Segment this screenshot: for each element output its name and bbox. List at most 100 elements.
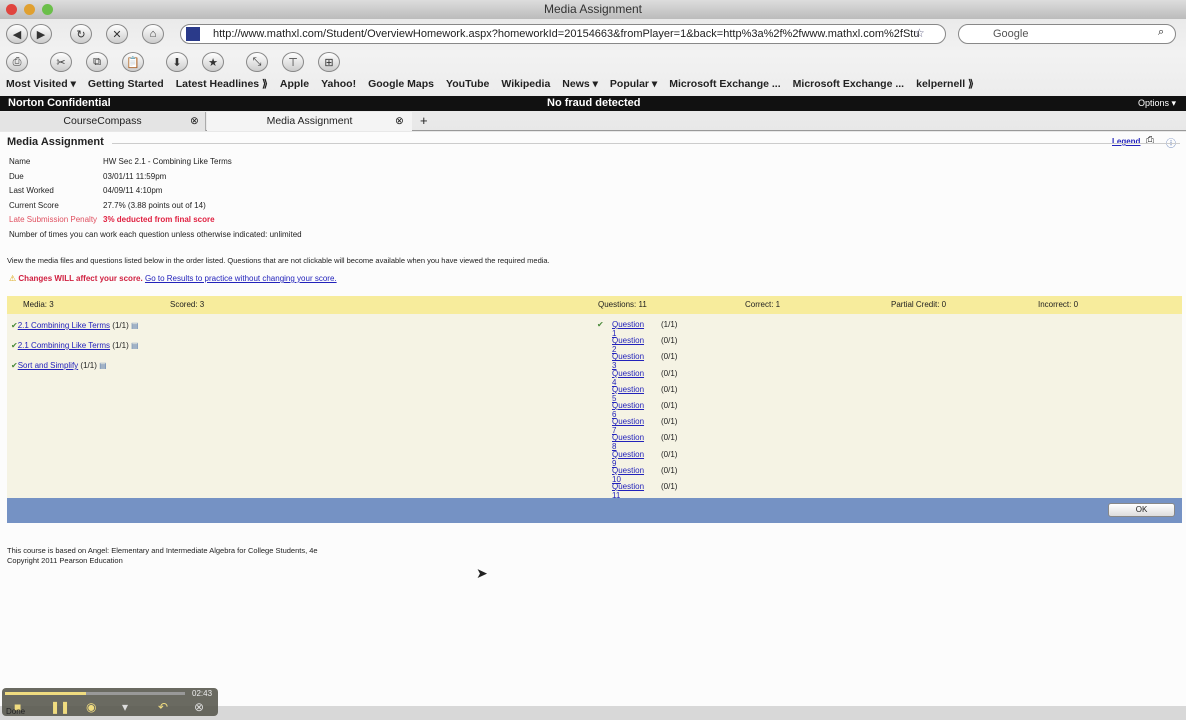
divider (112, 143, 1180, 144)
norton-status: No fraud detected (547, 97, 641, 109)
bookmark-item[interactable]: Wikipedia (501, 78, 550, 90)
detail-value: 3% deducted from final score (103, 215, 215, 224)
norton-title: Norton Confidential (8, 97, 111, 109)
question-score: (0/1) (661, 465, 678, 475)
partial-count: Partial Credit: 0 (891, 300, 947, 309)
tab-label: CourseCompass (63, 115, 142, 127)
copy-button[interactable]: ⧉ (86, 52, 108, 72)
close-tab-icon[interactable]: ⊗ (190, 112, 199, 131)
tab-coursecompass[interactable]: CourseCompass ⊗ (0, 112, 206, 131)
bookmark-item[interactable]: Most Visited ▾ (6, 78, 76, 90)
bookmark-item[interactable]: Microsoft Exchange ... (793, 78, 904, 90)
minimize-window-button[interactable] (24, 4, 35, 15)
question-score: (0/1) (661, 352, 678, 362)
detail-value: 27.7% (3.88 points out of 14) (103, 201, 206, 210)
media-item: ✔Sort and Simplify (1/1) ▤ (11, 361, 107, 370)
question-score: (0/1) (661, 433, 678, 443)
question-score: (0/1) (661, 384, 678, 394)
media-score: (1/1) (112, 341, 129, 350)
paste-button[interactable]: 📋 (122, 52, 144, 72)
forward-button[interactable]: ▶ (30, 24, 52, 44)
question-score: (1/1) (661, 320, 678, 329)
stop-button[interactable]: ✕ (106, 24, 128, 44)
detail-label: Current Score (9, 201, 59, 210)
bookmark-item[interactable]: Latest Headlines ⟫ (176, 78, 268, 90)
incorrect-count: Incorrect: 0 (1038, 300, 1079, 309)
question-score: (0/1) (661, 401, 678, 410)
tab-label: Media Assignment (266, 115, 353, 127)
zoom-window-button[interactable] (42, 4, 53, 15)
footer-course: This course is based on Angel: Elementar… (7, 546, 318, 555)
media-link[interactable]: 2.1 Combining Like Terms (18, 321, 110, 330)
bookmark-item[interactable]: Popular ▾ (610, 78, 657, 90)
bookmark-item[interactable]: Apple (280, 78, 309, 90)
home-button[interactable]: ⌂ (142, 24, 164, 44)
download-button[interactable]: ⬇ (166, 52, 188, 72)
undo-icon[interactable]: ↶ (158, 700, 168, 714)
reload-button[interactable]: ↻ (70, 24, 92, 44)
bookmark-item[interactable]: Google Maps (368, 78, 434, 90)
bookmark-item[interactable]: YouTube (446, 78, 489, 90)
camera-icon[interactable]: ◉ (86, 700, 96, 714)
media-type-icon: ▤ (130, 321, 139, 330)
question-score: (0/1) (661, 449, 678, 459)
warning-text: Changes WILL affect your score. (18, 274, 143, 283)
print-button[interactable]: ⎙ (6, 52, 28, 72)
add-tab-icon[interactable]: + (420, 113, 428, 128)
check-icon: ✔ (11, 361, 18, 370)
done-label: Done (6, 707, 26, 716)
fullscreen-button[interactable]: ⤡ (246, 52, 268, 72)
correct-count: Correct: 1 (745, 300, 781, 309)
page-title: Media Assignment (7, 136, 104, 148)
new-tab-button[interactable]: ⊞ (318, 52, 340, 72)
cancel-icon[interactable]: ⊗ (194, 700, 204, 714)
media-item: ✔2.1 Combining Like Terms (1/1) ▤ (11, 321, 139, 330)
check-icon: ✔ (597, 320, 604, 329)
search-input[interactable]: Google (958, 24, 1176, 44)
mic-icon[interactable]: ▾ (122, 700, 128, 714)
close-tab-icon[interactable]: ⊗ (395, 112, 404, 131)
bookmark-item[interactable]: Yahoo! (321, 78, 356, 90)
bookmark-star-icon[interactable]: ☆ (914, 26, 925, 40)
detail-label: Last Worked (9, 186, 54, 195)
ok-button[interactable]: OK (1108, 503, 1175, 517)
check-icon: ✔ (11, 341, 18, 350)
detail-value: 03/01/11 11:59pm (103, 172, 167, 181)
detail-value: HW Sec 2.1 - Combining Like Terms (103, 157, 232, 166)
search-icon[interactable]: ⌕ (1158, 26, 1164, 39)
bookmark-item[interactable]: Microsoft Exchange ... (669, 78, 780, 90)
toolbar-button[interactable]: ⊤ (282, 52, 304, 72)
bookmark-item[interactable]: Getting Started (88, 78, 164, 90)
cut-button[interactable]: ✂ (50, 52, 72, 72)
norton-options[interactable]: Options ▾ (1138, 96, 1176, 111)
question-score: (0/1) (661, 368, 678, 378)
bookmark-item[interactable]: News ▾ (562, 78, 598, 90)
close-window-button[interactable] (6, 4, 17, 15)
go-to-results-link[interactable]: Go to Results to practice without changi… (145, 274, 337, 283)
media-link[interactable]: Sort and Simplify (18, 361, 78, 370)
media-score: (1/1) (80, 361, 97, 370)
bookmarks-bar: Most Visited ▾ Getting Started Latest Head… (6, 78, 974, 90)
footer: This course is based on Angel: Elementar… (7, 546, 318, 566)
media-link[interactable]: 2.1 Combining Like Terms (18, 341, 110, 350)
legend-link[interactable]: Legend (1112, 137, 1140, 146)
progress-fill (5, 692, 86, 695)
progress-track[interactable] (5, 692, 185, 695)
media-type-icon: ▤ (130, 341, 139, 350)
detail-value: 04/09/11 4:10pm (103, 186, 163, 195)
detail-label: Late Submission Penalty (9, 215, 98, 224)
assignment-list (7, 314, 1182, 498)
action-bar (7, 498, 1182, 523)
back-button[interactable]: ◀ (6, 24, 28, 44)
tab-media-assignment[interactable]: Media Assignment ⊗ (207, 112, 412, 131)
detail-label: Name (9, 157, 31, 166)
pause-icon[interactable]: ❚❚ (50, 700, 70, 714)
bookmarks-button[interactable]: ★ (202, 52, 224, 72)
detail-label: Due (9, 172, 24, 181)
url-bar[interactable]: http://www.mathxl.com/Student/OverviewHo… (180, 24, 946, 44)
print-icon[interactable]: ⎙ (1146, 135, 1154, 146)
mouse-cursor-icon: ➤ (476, 565, 488, 581)
bookmark-item[interactable]: kelpernell ⟫ (916, 78, 974, 90)
tab-bar: CourseCompass ⊗ Media Assignment ⊗ + (0, 112, 1186, 131)
question-score: (0/1) (661, 417, 678, 427)
